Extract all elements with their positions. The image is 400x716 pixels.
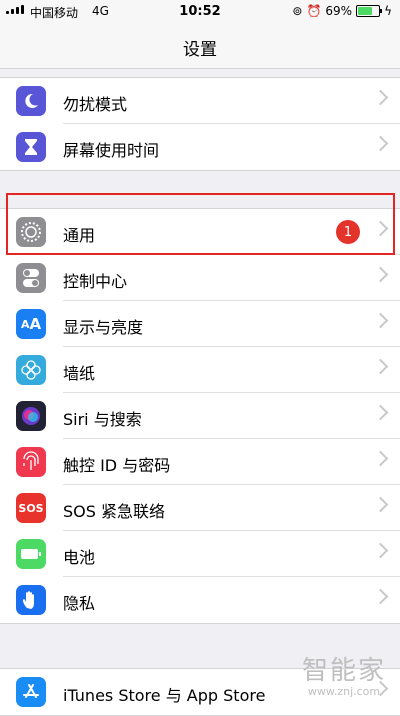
text-size-icon: AA xyxy=(16,309,46,339)
settings-row[interactable]: 墙纸 xyxy=(0,347,400,393)
settings-row[interactable]: 勿扰模式 xyxy=(0,78,400,124)
settings-row[interactable]: 通用 1 xyxy=(0,209,400,255)
chevron-right-icon xyxy=(372,220,389,237)
settings-row-label: 墙纸 xyxy=(63,364,96,383)
chevron-right-icon xyxy=(372,135,389,152)
settings-row[interactable]: 控制中心 xyxy=(0,255,400,301)
settings-row-label: 电池 xyxy=(63,548,96,567)
settings-row-label: 显示与亮度 xyxy=(63,318,144,337)
settings-row[interactable]: Siri 与搜索 xyxy=(0,393,400,439)
settings-row[interactable]: 电池 xyxy=(0,531,400,577)
siri-icon xyxy=(16,401,46,431)
settings-row[interactable]: 屏幕使用时间 xyxy=(0,124,400,170)
settings-group-focus: 勿扰模式屏幕使用时间 xyxy=(0,77,400,171)
settings-row-label: 勿扰模式 xyxy=(63,95,128,114)
app-store-icon xyxy=(16,677,46,707)
notification-badge: 1 xyxy=(336,220,360,244)
battery-percent: 69% xyxy=(325,4,353,18)
chevron-right-icon xyxy=(372,588,389,605)
hourglass-icon xyxy=(16,132,46,162)
gear-icon xyxy=(16,217,46,247)
chevron-right-icon xyxy=(372,496,389,513)
navigation-bar: 设置 xyxy=(0,24,400,69)
battery-icon xyxy=(356,5,383,17)
watermark-text: 智能家 xyxy=(301,656,386,686)
hand-icon xyxy=(16,585,46,615)
settings-group-general: 通用 1 控制中心 A A 显示与亮度墙纸 Siri 与搜索触控 ID 与密码 SOS SOS … xyxy=(0,208,400,624)
rotation-lock-icon: ⊚ xyxy=(292,4,303,18)
settings-row-label: 隐私 xyxy=(63,594,96,613)
toggles-icon xyxy=(16,263,46,293)
settings-row-label: SOS 紧急联络 xyxy=(63,502,165,521)
chevron-right-icon xyxy=(372,312,389,329)
chevron-right-icon xyxy=(372,450,389,467)
settings-row[interactable]: 隐私 xyxy=(0,577,400,623)
chevron-right-icon xyxy=(372,89,389,106)
chevron-right-icon xyxy=(372,404,389,421)
charging-icon: ϟ xyxy=(384,4,392,18)
battery-icon xyxy=(16,539,46,569)
settings-row[interactable]: SOS SOS 紧急联络 xyxy=(0,485,400,531)
sos-icon: SOS xyxy=(16,493,46,523)
settings-row[interactable]: 触控 ID 与密码 xyxy=(0,439,400,485)
fingerprint-icon xyxy=(16,447,46,477)
watermark: 智能家 www.znj.com xyxy=(302,650,386,698)
watermark-url: www.znj.com xyxy=(307,685,381,698)
chevron-right-icon xyxy=(372,358,389,375)
alarm-icon: ⏰ xyxy=(306,4,322,18)
settings-row[interactable]: A A 显示与亮度 xyxy=(0,301,400,347)
status-bar: 中国移动 4G 10:52 ⊚ ⏰ 69% ϟ xyxy=(0,0,400,24)
moon-icon xyxy=(16,86,46,116)
settings-row-label: iTunes Store 与 App Store xyxy=(63,686,266,705)
settings-row-label: 控制中心 xyxy=(63,272,128,291)
chevron-right-icon xyxy=(372,266,389,283)
chevron-right-icon xyxy=(372,542,389,559)
settings-row-label: 通用 xyxy=(63,226,96,245)
settings-row-label: Siri 与搜索 xyxy=(63,410,142,429)
settings-row-label: 触控 ID 与密码 xyxy=(63,456,171,475)
page-title: 设置 xyxy=(183,40,217,60)
settings-row-label: 屏幕使用时间 xyxy=(63,141,160,160)
flower-icon xyxy=(16,355,46,385)
